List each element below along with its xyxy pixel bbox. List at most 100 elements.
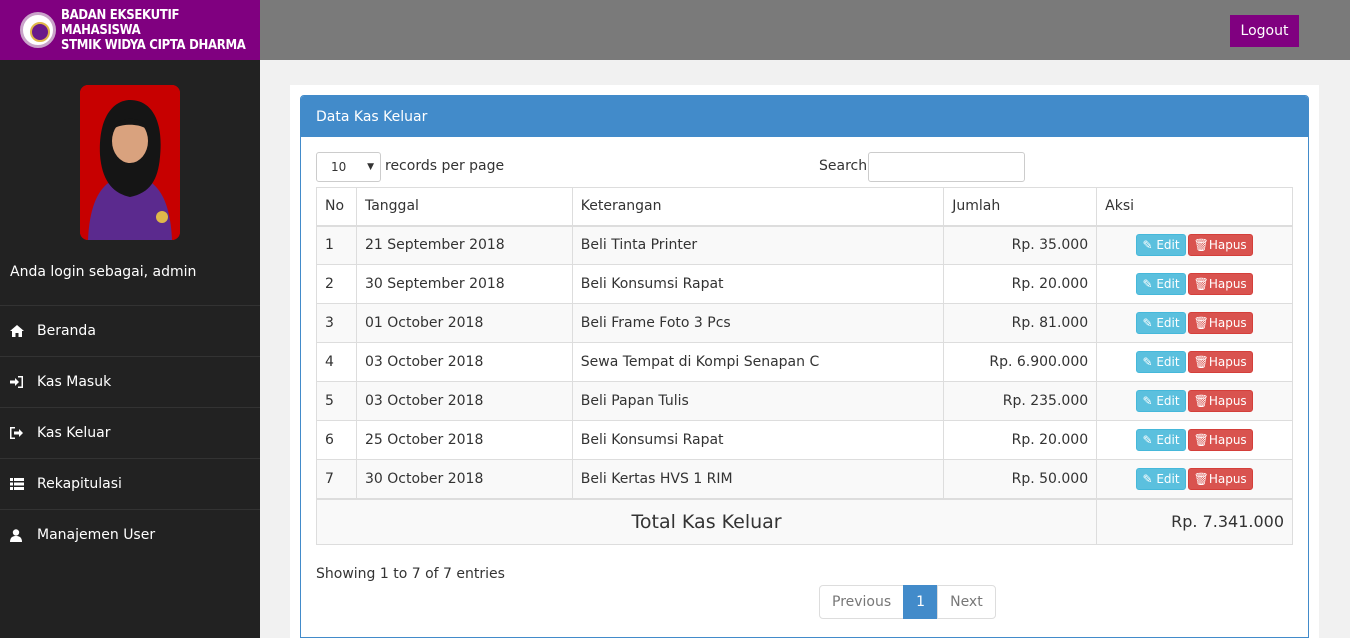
- logout-button[interactable]: Logout: [1230, 15, 1299, 47]
- table-row: 2 30 September 2018 Beli Konsumsi Rapat Rp.…: [316, 264, 1293, 304]
- delete-button[interactable]: 🗑Hapus: [1187, 351, 1253, 373]
- cell-no: 6: [316, 420, 357, 460]
- cell-no: 7: [316, 459, 357, 499]
- cell-tanggal: 03 October 2018: [355, 342, 573, 382]
- cell-keterangan: Beli Kertas HVS 1 RIM: [571, 459, 945, 499]
- brand-line-1: BADAN EKSEKUTIF MAHASISWA: [61, 7, 180, 38]
- search-input[interactable]: [868, 152, 1025, 182]
- sidebar-item-rekapitulasi[interactable]: Rekapitulasi: [0, 458, 260, 509]
- total-row: Total Kas Keluar Rp. 7.341.000: [315, 497, 1293, 545]
- previous-page-button[interactable]: Previous: [819, 585, 905, 619]
- cell-tanggal: 30 September 2018: [355, 264, 573, 304]
- cell-no: 5: [316, 381, 357, 421]
- edit-button[interactable]: ✎ Edit: [1136, 429, 1186, 451]
- brand-title: BADAN EKSEKUTIF MAHASISWA STMIK WIDYA CI…: [61, 8, 260, 53]
- sidebar-item-kas-keluar[interactable]: Kas Keluar: [0, 407, 260, 458]
- trash-icon: 🗑: [1193, 433, 1209, 447]
- content-area: Data Kas Keluar 10 ▼ records per page Se…: [290, 85, 1319, 638]
- sign-in-icon: [10, 376, 34, 388]
- edit-button[interactable]: ✎ Edit: [1136, 312, 1186, 334]
- cell-jumlah: Rp. 35.000: [943, 225, 1098, 265]
- sidebar-item-label: Beranda: [37, 323, 96, 339]
- edit-icon: ✎: [1142, 316, 1153, 330]
- cell-aksi: ✎ Edit 🗑Hapus: [1096, 342, 1293, 382]
- cell-jumlah: Rp. 20.000: [943, 420, 1098, 460]
- cell-keterangan: Beli Papan Tulis: [571, 381, 945, 421]
- edit-button[interactable]: ✎ Edit: [1136, 351, 1186, 373]
- edit-icon: ✎: [1142, 238, 1153, 253]
- page-length-value: 10: [331, 160, 347, 174]
- delete-label: Hapus: [1208, 471, 1247, 486]
- table-body: 1 21 September 2018 Beli Tinta Printer Rp. …: [316, 225, 1293, 499]
- cell-tanggal: 25 October 2018: [355, 420, 573, 460]
- trash-icon: 🗑: [1193, 316, 1209, 330]
- sidebar-item-kas-masuk[interactable]: Kas Masuk: [0, 356, 260, 407]
- delete-label: Hapus: [1208, 394, 1247, 408]
- cell-tanggal: 21 September 2018: [355, 225, 573, 265]
- page-button-1[interactable]: 1: [903, 585, 939, 619]
- login-info: Anda login sebagai, admin: [10, 264, 197, 280]
- edit-icon: ✎: [1142, 433, 1153, 447]
- table-controls: 10 ▼ records per page Search:: [316, 152, 1293, 182]
- table-row: 3 01 October 2018 Beli Frame Foto 3 Pcs Rp.…: [316, 303, 1293, 343]
- delete-label: Hapus: [1208, 277, 1247, 291]
- trash-icon: 🗑: [1193, 355, 1209, 369]
- user-icon: [10, 528, 34, 542]
- sidebar-item-manajemen-user[interactable]: Manajemen User: [0, 509, 260, 560]
- caret-down-icon: ▼: [367, 162, 374, 172]
- cell-tanggal: 01 October 2018: [355, 303, 573, 343]
- trash-icon: 🗑: [1193, 394, 1209, 408]
- delete-button[interactable]: 🗑Hapus: [1187, 467, 1253, 490]
- delete-label: Hapus: [1208, 238, 1247, 253]
- cell-keterangan: Sewa Tempat di Kompi Senapan C: [571, 342, 945, 382]
- sidebar-item-beranda[interactable]: Beranda: [0, 305, 260, 356]
- top-bar: BADAN EKSEKUTIF MAHASISWA STMIK WIDYA CI…: [0, 0, 1350, 60]
- cell-aksi: ✎ Edit 🗑Hapus: [1096, 303, 1293, 343]
- next-page-button[interactable]: Next: [937, 585, 996, 619]
- table-row: 4 03 October 2018 Sewa Tempat di Kompi Sen…: [316, 342, 1293, 382]
- cell-tanggal: 03 October 2018: [355, 381, 573, 421]
- edit-button[interactable]: ✎ Edit: [1136, 273, 1186, 295]
- column-header-no[interactable]: No: [316, 187, 357, 227]
- cell-aksi: ✎ Edit 🗑Hapus: [1096, 459, 1293, 499]
- table-header-row: No Tanggal Keterangan Jumlah Aksi: [316, 187, 1293, 227]
- delete-button[interactable]: 🗑Hapus: [1187, 234, 1253, 257]
- cell-tanggal: 30 October 2018: [355, 459, 573, 499]
- delete-label: Hapus: [1208, 355, 1247, 369]
- page-length-select[interactable]: 10 ▼: [316, 152, 381, 182]
- column-header-jumlah[interactable]: Jumlah: [943, 187, 1098, 227]
- edit-button[interactable]: ✎ Edit: [1136, 390, 1186, 412]
- edit-label: Edit: [1156, 238, 1180, 253]
- delete-button[interactable]: 🗑Hapus: [1187, 273, 1253, 295]
- cell-jumlah: Rp. 20.000: [943, 264, 1098, 304]
- cell-jumlah: Rp. 235.000: [943, 381, 1098, 421]
- brand-line-2: STMIK WIDYA CIPTA DHARMA: [61, 37, 246, 53]
- cell-jumlah: Rp. 6.900.000: [943, 342, 1098, 382]
- delete-button[interactable]: 🗑Hapus: [1187, 429, 1253, 451]
- edit-label: Edit: [1156, 433, 1180, 447]
- total-value: Rp. 7.341.000: [1096, 497, 1293, 545]
- cell-aksi: ✎ Edit 🗑Hapus: [1096, 420, 1293, 460]
- edit-label: Edit: [1156, 316, 1180, 330]
- column-header-tanggal[interactable]: Tanggal: [355, 187, 573, 227]
- edit-label: Edit: [1156, 277, 1180, 291]
- sidebar-item-label: Rekapitulasi: [37, 476, 122, 492]
- campus-logo: [20, 12, 56, 48]
- edit-button[interactable]: ✎ Edit: [1136, 467, 1186, 490]
- edit-icon: ✎: [1142, 277, 1153, 291]
- edit-label: Edit: [1156, 471, 1180, 486]
- delete-button[interactable]: 🗑Hapus: [1187, 312, 1253, 334]
- avatar: [80, 85, 180, 240]
- cell-aksi: ✎ Edit 🗑Hapus: [1096, 225, 1293, 265]
- brand[interactable]: BADAN EKSEKUTIF MAHASISWA STMIK WIDYA CI…: [0, 0, 260, 60]
- table-row: 7 30 October 2018 Beli Kertas HVS 1 RIM Rp.…: [316, 459, 1293, 499]
- edit-icon: ✎: [1142, 355, 1153, 369]
- edit-button[interactable]: ✎ Edit: [1136, 234, 1186, 257]
- table-row: 1 21 September 2018 Beli Tinta Printer Rp. …: [316, 225, 1293, 265]
- delete-button[interactable]: 🗑Hapus: [1187, 390, 1253, 412]
- kas-keluar-table: No Tanggal Keterangan Jumlah Aksi 1 21 Se…: [315, 187, 1293, 545]
- cell-jumlah: Rp. 50.000: [943, 459, 1098, 499]
- table-row: 6 25 October 2018 Beli Konsumsi Rapat Rp. 2…: [316, 420, 1293, 460]
- column-header-keterangan[interactable]: Keterangan: [571, 187, 945, 227]
- edit-icon: ✎: [1142, 394, 1153, 408]
